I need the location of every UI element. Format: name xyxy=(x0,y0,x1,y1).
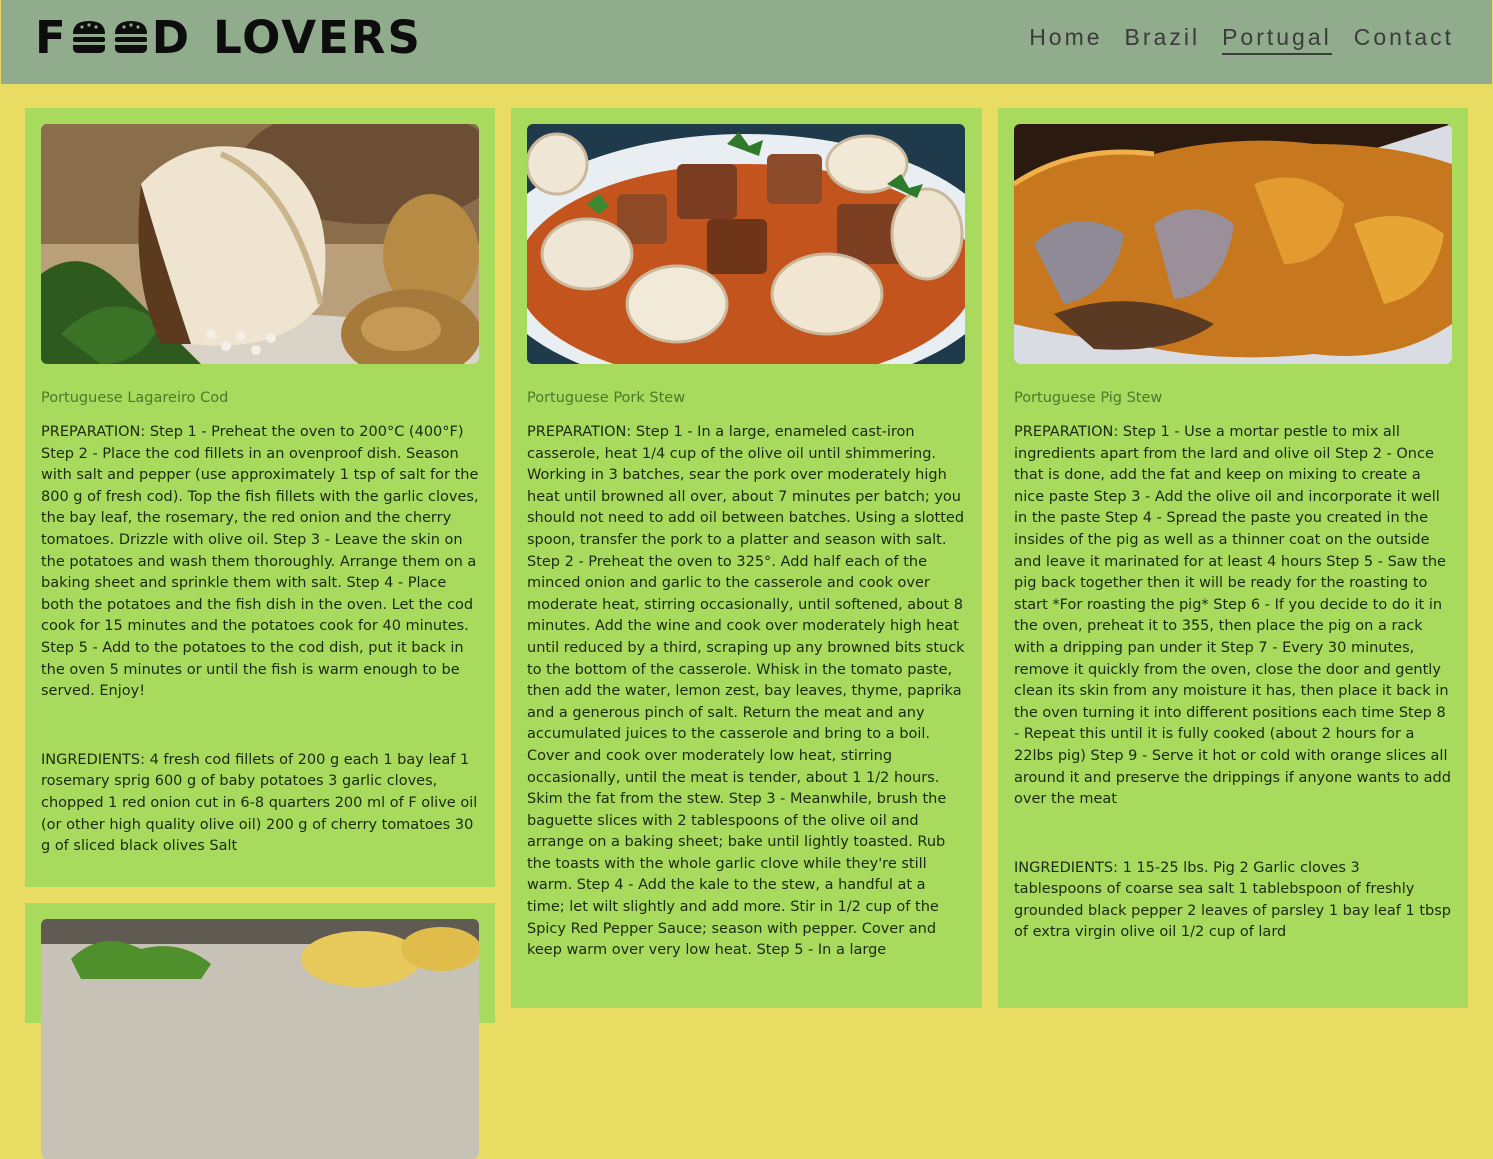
portuguese-pig-stew-photo[interactable] xyxy=(1014,124,1452,364)
recipe-title: Portuguese Pork Stew xyxy=(527,390,686,406)
nav-brazil[interactable]: Brazil xyxy=(1125,24,1201,55)
recipe-title: Portuguese Lagareiro Cod xyxy=(41,390,229,406)
logo-word-lovers: LOVERS xyxy=(213,10,422,64)
recipe-card-lagareiro-cod: Portuguese Lagareiro Cod PREPARATION: St… xyxy=(25,108,495,887)
nav-home[interactable]: Home xyxy=(1029,24,1102,55)
recipe-preparation: PREPARATION: Step 1 - Use a mortar pestl… xyxy=(1014,424,1451,808)
site-logo[interactable]: F D LOVERS xyxy=(35,10,422,64)
logo-letter-f: F xyxy=(35,10,68,64)
site-header: F D LOVERS Home Brazil Portugal Contact xyxy=(1,0,1492,84)
portuguese-pork-stew-photo[interactable] xyxy=(527,124,965,364)
recipe-ingredients: INGREDIENTS: 4 fresh cod fillets of 200 … xyxy=(41,751,478,855)
recipe-preparation: PREPARATION: Step 1 - Preheat the oven t… xyxy=(41,424,479,700)
recipe-card-pork-stew: Portuguese Pork Stew PREPARATION: Step 1… xyxy=(511,108,982,1008)
main-nav: Home Brazil Portugal Contact xyxy=(1029,24,1454,55)
nav-portugal[interactable]: Portugal xyxy=(1222,24,1332,55)
recipe-preparation: PREPARATION: Step 1 - In a large, enamel… xyxy=(527,424,965,959)
burger-icon xyxy=(114,21,147,53)
logo-letter-d: D xyxy=(151,10,192,64)
recipe-card-next xyxy=(25,903,495,1159)
recipe-ingredients: INGREDIENTS: 1 15-25 lbs. Pig 2 Garlic c… xyxy=(1014,859,1451,941)
nav-contact[interactable]: Contact xyxy=(1354,24,1454,55)
recipe-card-pig-stew: Portuguese Pig Stew PREPARATION: Step 1 … xyxy=(998,108,1468,1008)
portuguese-lagareiro-cod-photo[interactable] xyxy=(41,124,479,364)
next-dish-photo[interactable] xyxy=(41,919,479,1159)
burger-icon xyxy=(72,21,105,53)
recipe-title: Portuguese Pig Stew xyxy=(1014,390,1163,406)
